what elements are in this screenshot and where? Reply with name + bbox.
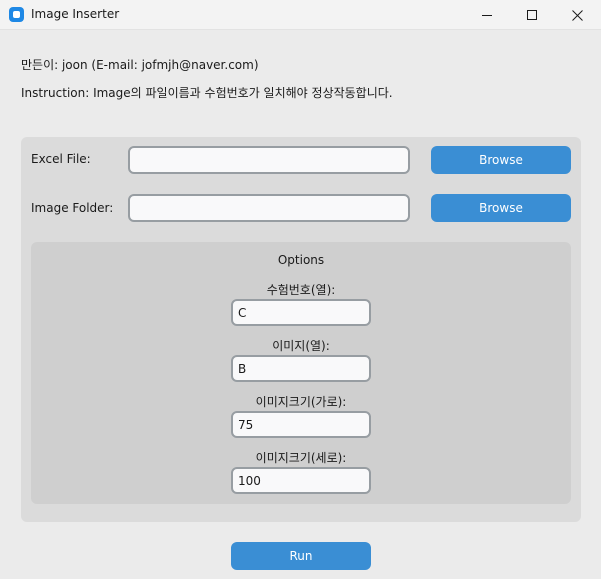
options-title: Options	[277, 253, 325, 267]
exam-number-column-label: 수험번호(열):	[266, 283, 336, 297]
image-height-label: 이미지크기(세로):	[255, 451, 347, 465]
close-icon	[571, 9, 583, 21]
app-icon	[9, 7, 24, 22]
run-button[interactable]: Run	[231, 542, 371, 570]
image-folder-label: Image Folder:	[31, 201, 114, 215]
window-title: Image Inserter	[31, 7, 120, 21]
close-button[interactable]	[554, 0, 600, 30]
image-folder-input[interactable]	[128, 194, 410, 222]
minimize-button[interactable]	[464, 0, 510, 30]
minimize-icon	[482, 14, 492, 16]
browse-excel-button[interactable]: Browse	[431, 146, 571, 174]
image-width-label: 이미지크기(가로):	[255, 395, 347, 409]
excel-file-label: Excel File:	[31, 152, 91, 166]
options-panel: Options 수험번호(열): 이미지(열): 이미지크기(가로): 이미지크…	[31, 242, 571, 504]
image-column-label: 이미지(열):	[272, 339, 330, 353]
image-width-input[interactable]	[231, 411, 371, 438]
author-text: 만든이: joon (E-mail: jofmjh@naver.com)	[21, 58, 259, 72]
maximize-icon	[527, 10, 537, 20]
maximize-button[interactable]	[509, 0, 555, 30]
title-bar: Image Inserter	[0, 0, 601, 30]
excel-file-input[interactable]	[128, 146, 410, 174]
browse-folder-button[interactable]: Browse	[431, 194, 571, 222]
file-panel: Excel File: Browse Image Folder: Browse …	[21, 137, 581, 522]
exam-number-column-input[interactable]	[231, 299, 371, 326]
image-column-input[interactable]	[231, 355, 371, 382]
instruction-text: Instruction: Image의 파일이름과 수험번호가 일치해야 정상작…	[21, 86, 393, 100]
image-height-input[interactable]	[231, 467, 371, 494]
